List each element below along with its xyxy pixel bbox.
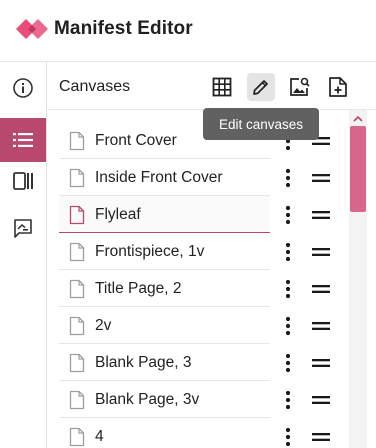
canvas-row-body[interactable]: 2v <box>59 307 270 344</box>
canvas-row[interactable]: Flyleaf <box>47 196 346 233</box>
document-icon <box>69 279 85 299</box>
more-options-button[interactable] <box>280 314 296 338</box>
canvas-label: Front Cover <box>95 132 177 149</box>
add-file-icon <box>329 77 347 97</box>
left-rail <box>0 62 47 448</box>
canvas-row[interactable]: Inside Front Cover <box>47 159 346 196</box>
image-search-button[interactable] <box>285 73 313 101</box>
document-icon <box>69 131 85 151</box>
document-icon <box>69 427 85 447</box>
panel-title: Canvases <box>59 78 131 95</box>
tooltip: Edit canvases <box>203 108 319 140</box>
more-vertical-icon <box>285 316 291 336</box>
canvas-label: Frontispiece, 1v <box>95 243 205 260</box>
more-options-button[interactable] <box>280 277 296 301</box>
document-icon <box>69 316 85 336</box>
drag-handle[interactable] <box>310 169 332 187</box>
canvas-row[interactable]: Blank Page, 3 <box>47 344 346 381</box>
canvas-row[interactable]: 2v <box>47 307 346 344</box>
drag-handle-icon <box>312 174 330 182</box>
add-canvas-button[interactable] <box>324 73 352 101</box>
drag-handle-icon <box>312 359 330 367</box>
info-icon <box>13 78 33 98</box>
chevron-up-icon <box>353 115 363 122</box>
scroll-up-button[interactable] <box>349 112 367 124</box>
canvas-label: 2v <box>95 317 112 334</box>
rail-item-layout[interactable] <box>0 159 46 203</box>
document-icon <box>69 390 85 410</box>
more-vertical-icon <box>285 242 291 262</box>
drag-handle-icon <box>312 396 330 404</box>
more-options-button[interactable] <box>280 388 296 412</box>
drag-handle[interactable] <box>310 354 332 372</box>
canvas-label: 4 <box>95 428 104 445</box>
logo-icon <box>16 19 48 39</box>
edit-canvases-button[interactable] <box>247 73 275 101</box>
more-vertical-icon <box>285 427 291 447</box>
rail-item-comments[interactable] <box>0 206 46 250</box>
canvas-label: Title Page, 2 <box>95 280 182 297</box>
canvas-label: Blank Page, 3 <box>95 354 192 371</box>
canvas-label: Flyleaf <box>95 206 141 223</box>
document-icon <box>69 353 85 373</box>
drag-handle-icon <box>312 433 330 441</box>
comment-icon <box>14 219 32 238</box>
app-header: Manifest Editor <box>0 0 376 62</box>
more-vertical-icon <box>285 205 291 225</box>
canvas-label: Inside Front Cover <box>95 169 223 186</box>
drag-handle[interactable] <box>310 391 332 409</box>
canvas-row-body[interactable]: Inside Front Cover <box>59 159 270 196</box>
drag-handle-icon <box>312 211 330 219</box>
more-vertical-icon <box>285 390 291 410</box>
app-title: Manifest Editor <box>54 18 193 39</box>
drag-handle-icon <box>312 248 330 256</box>
document-icon <box>69 168 85 188</box>
canvas-list: Front Cover Inside Front Cover Flyleaf F… <box>47 110 346 448</box>
drag-handle[interactable] <box>310 428 332 446</box>
more-options-button[interactable] <box>280 240 296 264</box>
grid-view-button[interactable] <box>208 73 236 101</box>
more-vertical-icon <box>285 353 291 373</box>
drag-handle-icon <box>312 285 330 293</box>
canvas-row-body[interactable]: Blank Page, 3 <box>59 344 270 381</box>
canvas-row[interactable]: Title Page, 2 <box>47 270 346 307</box>
canvas-row[interactable]: 4 <box>47 418 346 448</box>
document-icon <box>69 242 85 262</box>
canvas-row-body[interactable]: Frontispiece, 1v <box>59 233 270 270</box>
canvas-row-body[interactable]: Blank Page, 3v <box>59 381 270 418</box>
pencil-icon <box>253 80 268 95</box>
more-options-button[interactable] <box>280 351 296 375</box>
drag-handle[interactable] <box>310 280 332 298</box>
list-icon <box>13 133 33 147</box>
drag-handle[interactable] <box>310 317 332 335</box>
scrollbar[interactable] <box>349 110 367 448</box>
canvas-row[interactable]: Blank Page, 3v <box>47 381 346 418</box>
layout-icon <box>13 172 33 190</box>
more-vertical-icon <box>285 168 291 188</box>
grid-icon <box>212 77 232 97</box>
rail-item-canvases[interactable] <box>0 118 46 162</box>
canvases-panel: Canvases Edit canvases Front Cover Insid… <box>47 62 376 448</box>
more-options-button[interactable] <box>280 166 296 190</box>
canvas-row-body[interactable]: Flyleaf <box>59 196 270 233</box>
canvas-row-body[interactable]: Title Page, 2 <box>59 270 270 307</box>
drag-handle[interactable] <box>310 206 332 224</box>
panel-header: Canvases <box>47 62 376 110</box>
canvas-row-body[interactable]: 4 <box>59 418 270 448</box>
scroll-thumb[interactable] <box>350 126 366 212</box>
canvas-row[interactable]: Frontispiece, 1v <box>47 233 346 270</box>
drag-handle-icon <box>312 322 330 330</box>
drag-handle[interactable] <box>310 243 332 261</box>
more-vertical-icon <box>285 279 291 299</box>
canvas-label: Blank Page, 3v <box>95 391 200 408</box>
more-options-button[interactable] <box>280 203 296 227</box>
rail-item-info[interactable] <box>0 66 46 110</box>
more-options-button[interactable] <box>280 425 296 448</box>
image-search-icon <box>290 77 310 96</box>
document-icon <box>69 205 85 225</box>
